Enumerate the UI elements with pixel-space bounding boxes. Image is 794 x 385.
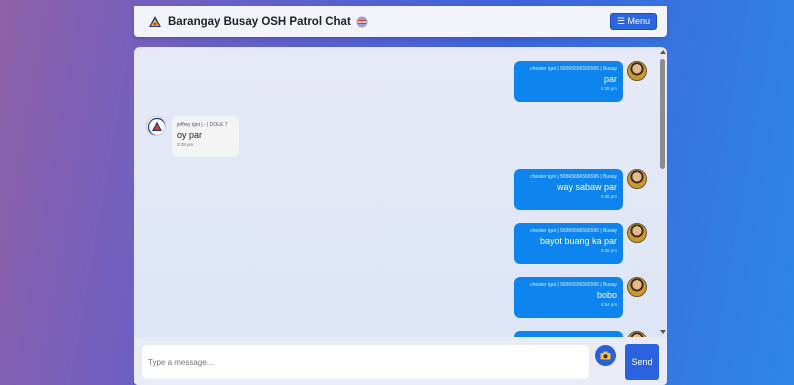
message-sender: chester igot | 56565656565565 | Busay (530, 66, 617, 72)
menu-button[interactable]: ☰ Menu (609, 13, 657, 30)
message-composer: Send (134, 337, 667, 385)
message-text: oy par (177, 130, 203, 140)
user-avatar (627, 223, 647, 243)
page-title: Barangay Busay OSH Patrol Chat (168, 15, 351, 28)
hazard-triangle-icon (149, 15, 161, 27)
chat-messages-area[interactable]: chester igot | 56565656565565 | Busay pa… (134, 47, 667, 337)
barangay-seal-icon (356, 16, 368, 27)
message-time: 3:38 pm (600, 248, 617, 253)
message-text: way sabaw par (556, 182, 617, 192)
message-input[interactable] (142, 345, 589, 379)
scroll-down-arrow-icon[interactable] (660, 330, 666, 334)
message-bubble-incoming: jeffrey igot | - | DOLE 7 oy par 3:38 pm (172, 116, 239, 157)
message-bubble-outgoing: chester igot | 56565656565565 | Busay wa… (514, 169, 623, 210)
message-sender: jeffrey igot | - | DOLE 7 (177, 122, 228, 128)
user-avatar (627, 169, 647, 189)
message-time: 3:38 pm (600, 194, 617, 199)
scroll-thumb[interactable] (660, 59, 665, 169)
send-button[interactable]: Send (625, 344, 659, 380)
user-avatar (627, 61, 647, 81)
message-time: 3:38 pm (177, 142, 194, 147)
camera-icon (600, 351, 611, 360)
chat-header: Barangay Busay OSH Patrol Chat ☰ Menu (134, 6, 667, 37)
dole-avatar (146, 116, 166, 136)
message-sender: chester igot | 56565656565565 | Busay (530, 282, 617, 288)
message-text: par (603, 74, 617, 84)
message-text: bobo (596, 290, 617, 300)
message-bubble-outgoing: chester igot | 56565656565565 | Busay pa… (514, 61, 623, 102)
user-avatar (627, 277, 647, 297)
message-bubble-outgoing: chester igot | 56565656565565 | Busay bo… (514, 277, 623, 318)
scroll-up-arrow-icon[interactable] (660, 50, 666, 54)
message-bubble-outgoing: chester igot | 56565656565565 | Busay ba… (514, 223, 623, 264)
camera-button[interactable] (595, 345, 616, 366)
dole-logo-icon (147, 117, 165, 135)
chat-scrollbar[interactable] (659, 47, 667, 337)
message-time: 3:38 pm (600, 86, 617, 91)
message-time: 4:34 pm (600, 302, 617, 307)
message-text: bayot buang ka par (539, 236, 617, 246)
message-sender: chester igot | 56565656565565 | Busay (530, 228, 617, 234)
message-sender: chester igot | 56565656565565 | Busay (530, 174, 617, 180)
